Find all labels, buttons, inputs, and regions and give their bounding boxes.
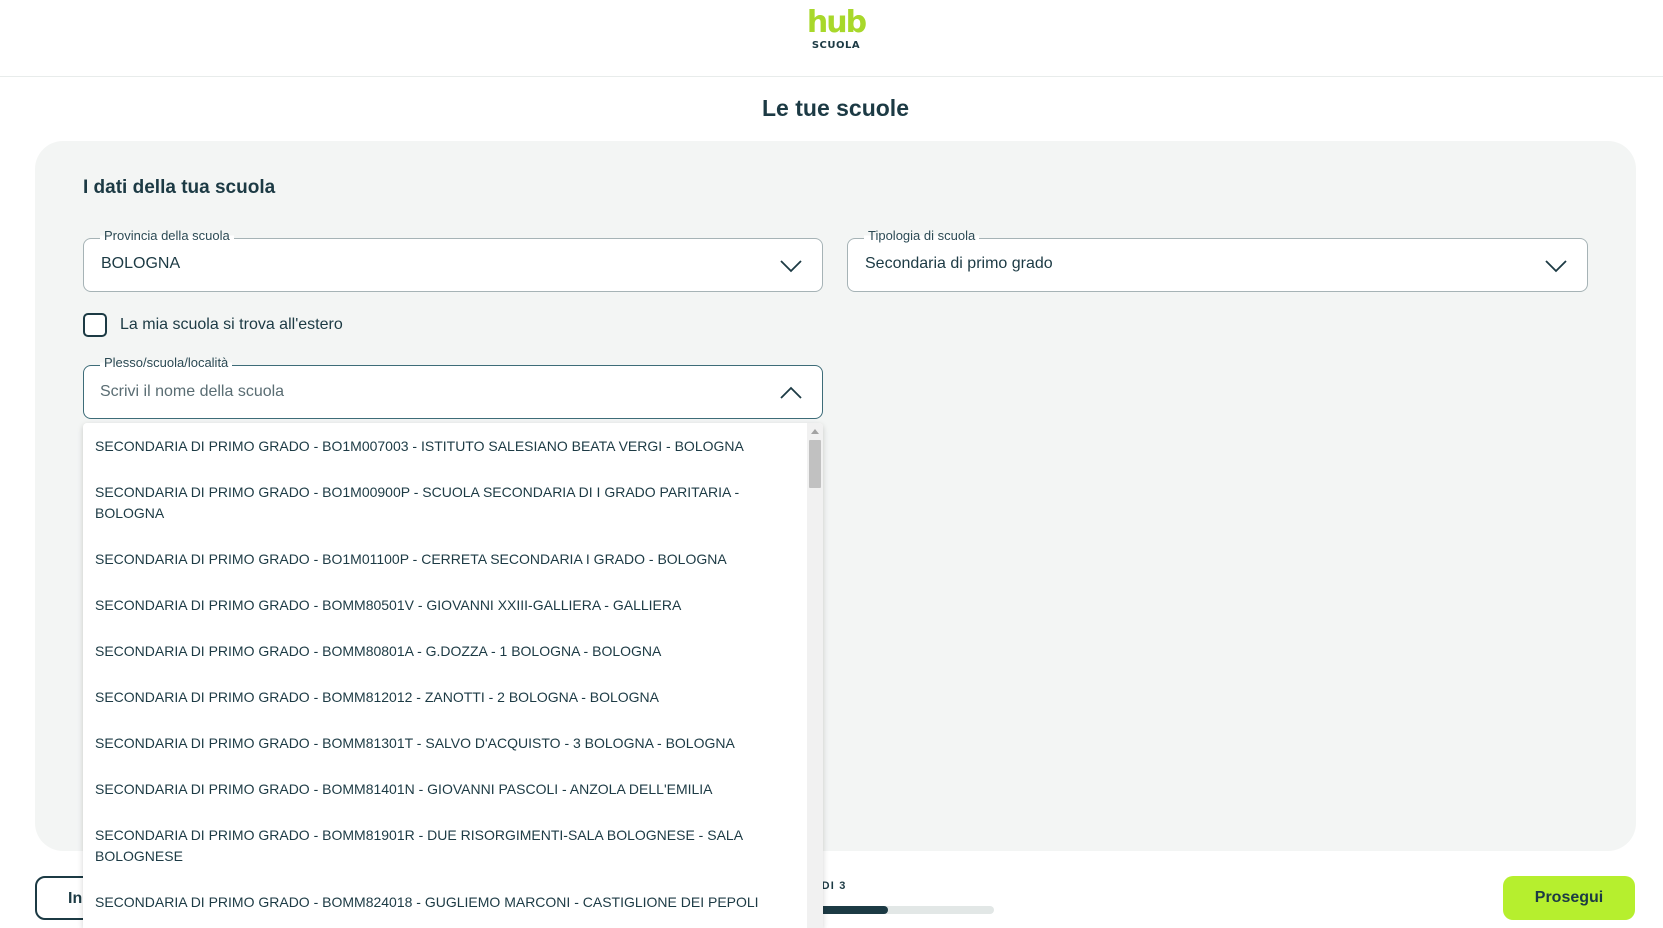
school-dropdown-list[interactable]: SECONDARIA DI PRIMO GRADO - BO1M007003 -… <box>83 423 823 928</box>
logo-scuola-text: SCUOLA <box>811 40 861 51</box>
chevron-down-icon <box>1545 260 1567 273</box>
page-title: Le tue scuole <box>762 95 909 121</box>
dropdown-option[interactable]: SECONDARIA DI PRIMO GRADO - BO1M007003 -… <box>83 423 807 469</box>
chevron-up-icon[interactable] <box>778 380 804 406</box>
school-search-label: Plesso/scuola/località <box>100 355 233 370</box>
back-button-label: In <box>68 890 83 907</box>
province-select[interactable]: Provincia della scuola BOLOGNA <box>83 228 823 292</box>
school-search-field[interactable]: Plesso/scuola/località <box>83 355 823 419</box>
abroad-checkbox[interactable] <box>83 313 107 337</box>
dropdown-option[interactable]: SECONDARIA DI PRIMO GRADO - BOMM80801A -… <box>83 628 807 674</box>
province-label: Provincia della scuola <box>100 228 234 243</box>
school-type-value: Secondaria di primo grado <box>865 255 1053 272</box>
dropdown-option[interactable]: SECONDARIA DI PRIMO GRADO - BOMM81301T -… <box>83 720 807 766</box>
dropdown-scrollbar[interactable] <box>807 423 823 928</box>
dropdown-option[interactable]: SECONDARIA DI PRIMO GRADO - BOMM81901R -… <box>83 812 807 879</box>
top-bar: hub SCUOLA <box>0 0 1663 77</box>
scrollbar-thumb[interactable] <box>809 440 821 488</box>
province-value: BOLOGNA <box>101 255 181 272</box>
school-search-input[interactable] <box>100 378 740 406</box>
next-button[interactable]: Prosegui <box>1503 876 1635 920</box>
dropdown-options: SECONDARIA DI PRIMO GRADO - BO1M007003 -… <box>83 423 807 925</box>
scroll-up-arrow-icon[interactable] <box>811 429 819 434</box>
dropdown-option[interactable]: SECONDARIA DI PRIMO GRADO - BOMM812012 -… <box>83 674 807 720</box>
abroad-checkbox-label[interactable]: La mia scuola si trova all'estero <box>120 316 343 334</box>
school-type-select[interactable]: Tipologia di scuola Secondaria di primo … <box>847 228 1588 292</box>
dropdown-option[interactable]: SECONDARIA DI PRIMO GRADO - BO1M01100P -… <box>83 536 807 582</box>
dropdown-option[interactable]: SECONDARIA DI PRIMO GRADO - BOMM80501V -… <box>83 582 807 628</box>
dropdown-option[interactable]: SECONDARIA DI PRIMO GRADO - BOMM824018 -… <box>83 879 807 925</box>
abroad-checkbox-row[interactable]: La mia scuola si trova all'estero <box>83 312 343 338</box>
chevron-down-icon <box>780 260 802 273</box>
school-type-label: Tipologia di scuola <box>864 228 980 243</box>
dropdown-option[interactable]: SECONDARIA DI PRIMO GRADO - BOMM81401N -… <box>83 766 807 812</box>
section-title: I dati della tua scuola <box>83 177 276 198</box>
logo-hub-text: hub <box>806 5 867 40</box>
dropdown-option[interactable]: SECONDARIA DI PRIMO GRADO - BO1M00900P -… <box>83 469 807 536</box>
hubscuola-logo[interactable]: hub SCUOLA <box>806 5 867 54</box>
